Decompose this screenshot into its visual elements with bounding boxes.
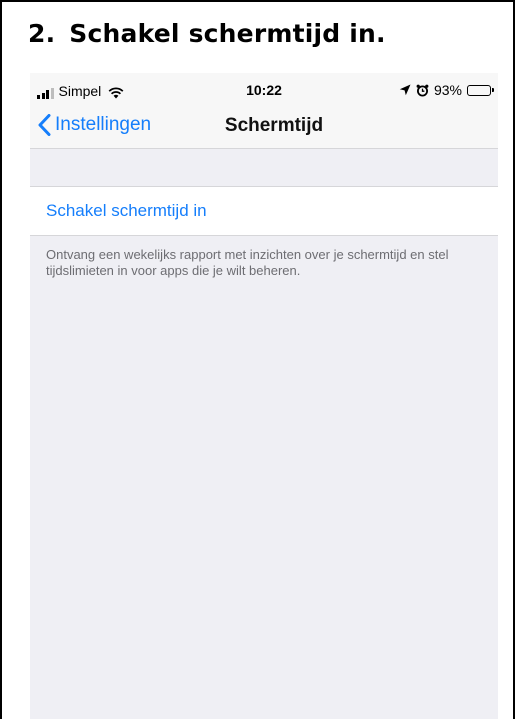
battery-percent: 93%: [433, 82, 462, 98]
enable-screen-time-cell[interactable]: Schakel schermtijd in: [30, 186, 498, 236]
step-title: Schakel schermtijd in.: [69, 19, 386, 48]
nav-title: Schermtijd: [224, 115, 324, 136]
section-footer-text: Ontvang een wekelijks rapport met inzich…: [46, 247, 449, 278]
alarm-icon: [416, 84, 429, 96]
status-bar: Simpel 10:22 93%: [30, 73, 498, 105]
step-number: 2.: [28, 19, 56, 48]
phone-screenshot: Simpel 10:22 93% Instellingen Schermtijd…: [30, 73, 498, 719]
enable-screen-time-label: Schakel schermtijd in: [46, 201, 207, 220]
battery-icon: [467, 84, 494, 96]
status-right: 93%: [399, 82, 494, 98]
location-arrow-icon: [399, 84, 411, 96]
step-heading: 2. Schakel schermtijd in.: [28, 19, 386, 48]
navigation-bar: Instellingen Schermtijd: [30, 105, 498, 149]
